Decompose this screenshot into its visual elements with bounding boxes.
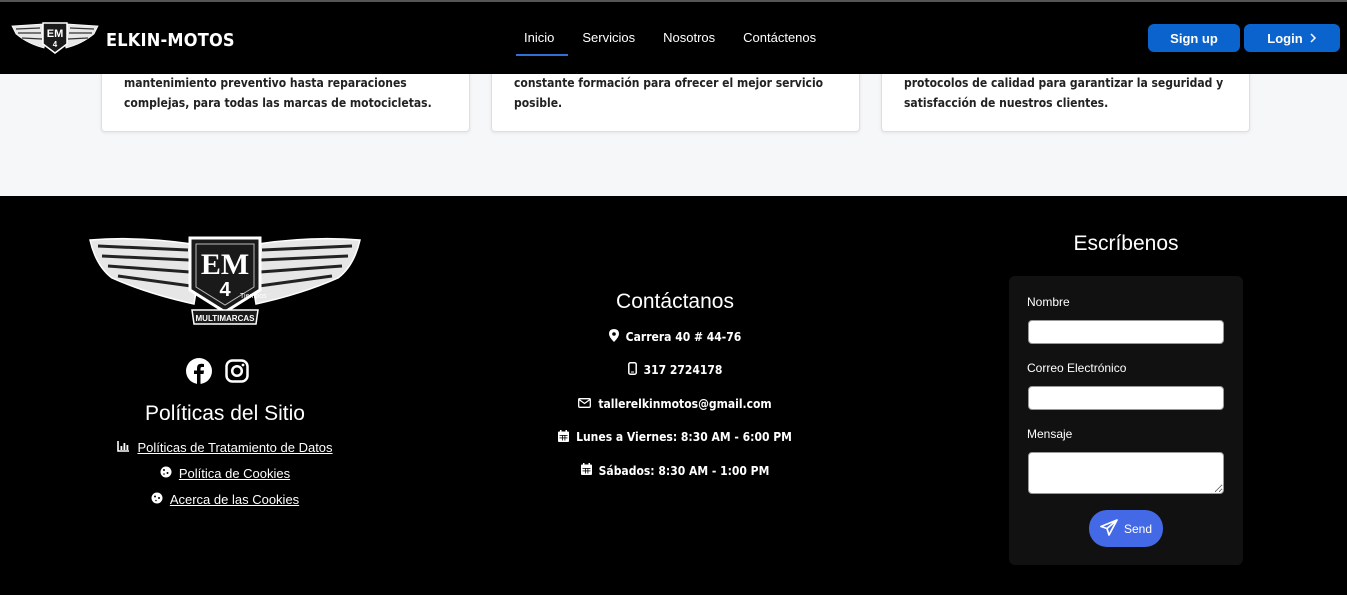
svg-text:EM: EM [47, 28, 64, 40]
phone-text: 317 2724178 [643, 363, 723, 378]
facebook-icon[interactable] [186, 358, 212, 384]
signup-button[interactable]: Sign up [1148, 24, 1240, 52]
brand[interactable]: EM 4 ELKIN-MOTOS [10, 20, 235, 61]
envelope-icon [578, 397, 592, 411]
send-button[interactable]: Send [1089, 510, 1163, 547]
contact-title: Contáctanos [616, 290, 734, 313]
email-field[interactable] [1028, 386, 1224, 410]
send-label: Send [1123, 521, 1153, 536]
message-field[interactable] [1028, 452, 1224, 494]
nav-link-inicio[interactable]: Inicio [510, 2, 569, 74]
policies-title: Políticas del Sitio [145, 402, 305, 425]
svg-text:4: 4 [53, 40, 58, 49]
services-section: mantenimiento preventivo hasta reparacio… [0, 64, 1347, 196]
policy-item: Acerca de las Cookies [0, 486, 450, 512]
contact-form: Nombre Correo Electrónico Mensaje Send [1009, 276, 1243, 565]
name-label: Nombre [1027, 295, 1070, 309]
footer: EM 4 Tiempos MULTIMARCAS Políticas del S… [0, 196, 1347, 595]
about-cookies-link[interactable]: Acerca de las Cookies [170, 492, 299, 507]
cookie-icon [160, 466, 172, 481]
contact-hours-weekdays: Lunes a Viernes: 8:30 AM - 6:00 PM [525, 421, 825, 455]
login-button[interactable]: Login [1244, 24, 1340, 52]
policies-list: Políticas de Tratamiento de Datos Políti… [0, 434, 450, 512]
footer-logo: EM 4 Tiempos MULTIMARCAS [88, 234, 362, 335]
location-icon [608, 328, 619, 345]
policy-item: Política de Cookies [0, 460, 450, 486]
email-text[interactable]: tallerelkinmotos@gmail.com [598, 397, 771, 411]
svg-text:Tiempos: Tiempos [240, 293, 267, 300]
service-card-text: protocolos de calidad para garantizar la… [904, 76, 1224, 110]
calendar-icon [558, 429, 570, 445]
contact-phone: 317 2724178 [525, 354, 825, 388]
contact-form-title: Escríbenos [1073, 232, 1179, 255]
service-card: mantenimiento preventivo hasta reparacio… [101, 64, 470, 132]
nav-link-servicios[interactable]: Servicios [568, 2, 649, 74]
service-card: protocolos de calidad para garantizar la… [881, 64, 1250, 132]
service-card-text: constante formación para ofrecer el mejo… [514, 76, 824, 110]
svg-text:MULTIMARCAS: MULTIMARCAS [196, 314, 256, 323]
name-field[interactable] [1028, 320, 1224, 344]
phone-icon [627, 362, 637, 378]
email-label: Correo Electrónico [1027, 361, 1127, 375]
message-label: Mensaje [1027, 427, 1073, 441]
paper-plane-icon [1100, 518, 1118, 539]
contact-list: Carrera 40 # 44-76 317 2724178 tallerelk… [525, 320, 825, 488]
nav-link-nosotros[interactable]: Nosotros [649, 2, 729, 74]
signup-label: Sign up [1170, 30, 1218, 46]
cookie-icon [151, 492, 163, 507]
contact-address: Carrera 40 # 44-76 [525, 320, 825, 354]
contact-hours-saturday: Sábados: 8:30 AM - 1:00 PM [525, 454, 825, 488]
instagram-icon[interactable] [224, 358, 250, 384]
svg-text:4: 4 [219, 279, 231, 301]
policy-cookies-link[interactable]: Política de Cookies [179, 466, 290, 481]
nav-link-contactenos[interactable]: Contáctenos [729, 2, 830, 74]
contact-email: tallerelkinmotos@gmail.com [525, 387, 825, 421]
service-card: constante formación para ofrecer el mejo… [491, 64, 860, 132]
calendar-icon [580, 463, 592, 478]
brand-logo: EM 4 [10, 20, 100, 61]
policy-data-link[interactable]: Políticas de Tratamiento de Datos [137, 440, 332, 455]
saturday-hours-text: Sábados: 8:30 AM - 1:00 PM [598, 463, 770, 478]
address-text: Carrera 40 # 44-76 [625, 329, 742, 344]
policy-item: Políticas de Tratamiento de Datos [0, 434, 450, 460]
weekday-hours-text: Lunes a Viernes: 8:30 AM - 6:00 PM [576, 430, 792, 445]
chart-icon [117, 440, 130, 455]
chevron-right-icon [1309, 31, 1317, 46]
social-links [186, 358, 250, 384]
navbar: EM 4 ELKIN-MOTOS Inicio Servicios Nosotr… [0, 2, 1347, 74]
login-label: Login [1267, 30, 1303, 46]
nav-links: Inicio Servicios Nosotros Contáctenos [510, 2, 830, 74]
svg-text:EM: EM [201, 248, 249, 281]
brand-name[interactable]: ELKIN-MOTOS [106, 30, 235, 51]
service-card-text: mantenimiento preventivo hasta reparacio… [124, 76, 432, 110]
